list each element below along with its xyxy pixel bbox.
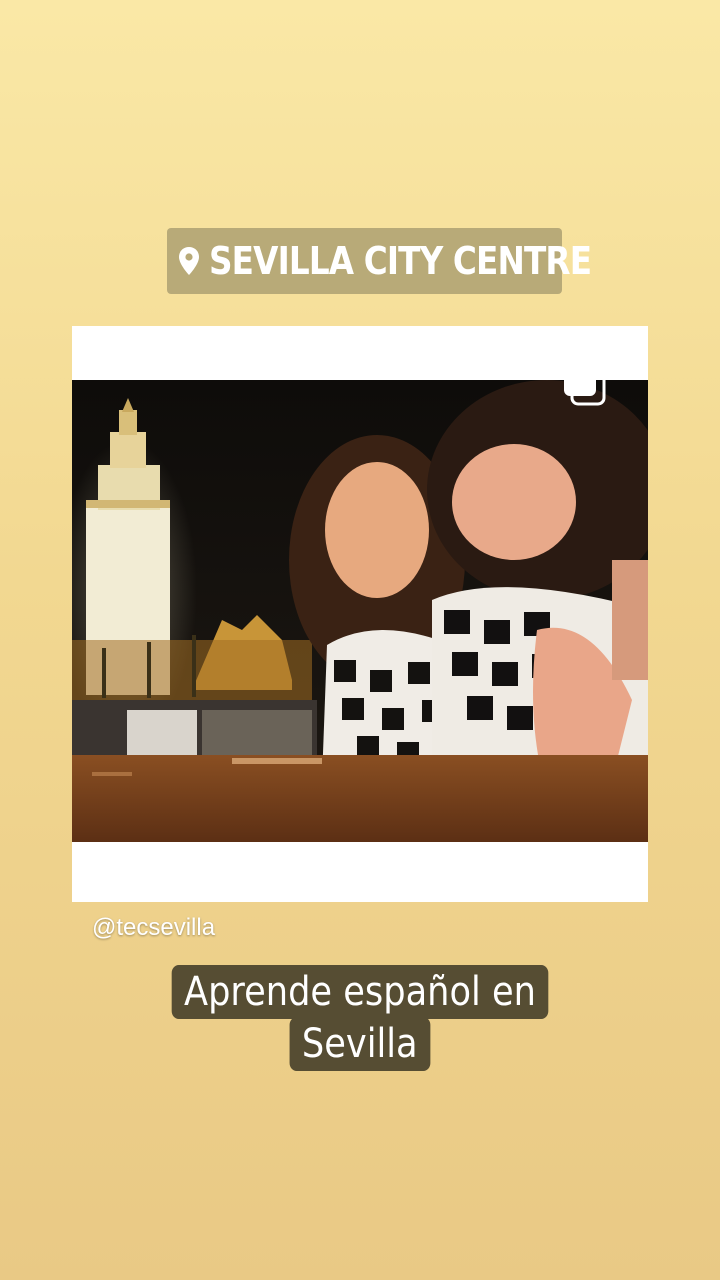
location-pin-icon	[177, 244, 201, 278]
mention-tag[interactable]: @tecsevilla	[92, 914, 215, 942]
post-photo	[72, 380, 648, 842]
caption-line-2: Sevilla	[289, 1017, 431, 1071]
location-sticker[interactable]: SEVILLA CITY CENTRE	[167, 228, 592, 294]
caption-line-1: Aprende español en	[171, 965, 549, 1019]
multiple-posts-icon	[560, 362, 608, 410]
caption-text: Aprende español en Sevilla	[0, 965, 720, 1071]
location-label: SEVILLA CITY CENTRE	[209, 239, 592, 283]
shared-post-card[interactable]	[72, 326, 648, 902]
